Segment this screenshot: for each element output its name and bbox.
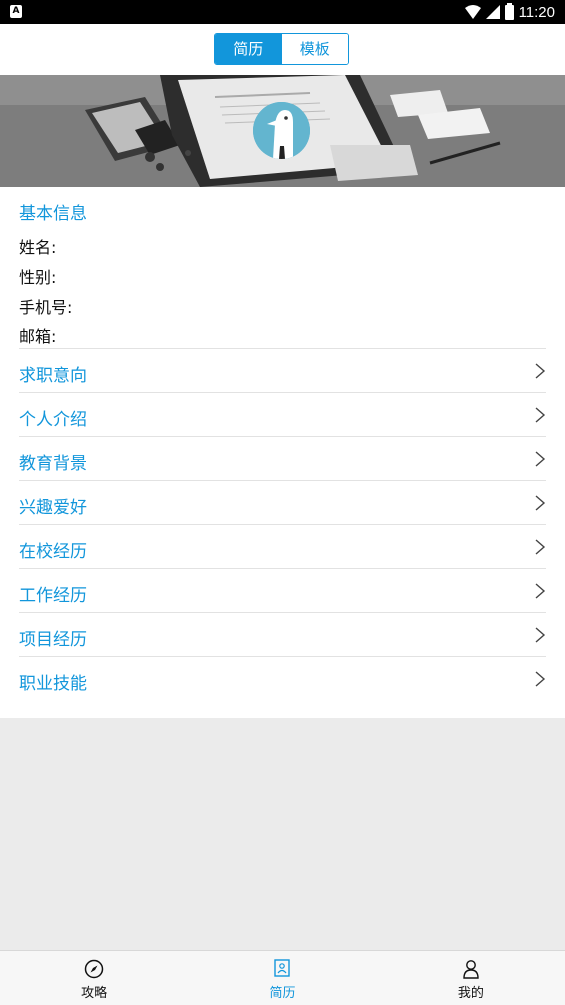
nav-label: 攻略 [81, 986, 108, 1001]
chevron-right-icon [535, 627, 546, 643]
phone-field: 手机号: [19, 298, 73, 317]
battery-icon [504, 2, 514, 20]
nav-tab-me[interactable]: 我的 [377, 951, 565, 1005]
section-label: 工作经历 [19, 586, 87, 606]
section-row-project-experience[interactable]: 项目经历 [19, 612, 546, 656]
section-row-skills[interactable]: 职业技能 [19, 656, 546, 700]
section-label: 个人介绍 [19, 410, 87, 430]
status-bar: A 11:20 [0, 0, 565, 24]
section-row-campus-experience[interactable]: 在校经历 [19, 524, 546, 568]
section-label: 职业技能 [19, 674, 87, 694]
tab-resume[interactable]: 简历 [215, 34, 282, 64]
avatar[interactable] [253, 102, 310, 159]
section-label: 项目经历 [19, 630, 87, 650]
section-label: 兴趣爱好 [19, 498, 87, 518]
top-bar: 简历 模板 [0, 24, 565, 75]
nav-tab-resume[interactable]: 简历 [188, 951, 376, 1005]
chevron-right-icon [535, 407, 546, 423]
chevron-right-icon [535, 495, 546, 511]
wifi-icon [464, 5, 481, 19]
chevron-right-icon [535, 583, 546, 599]
app-notification-icon: A [10, 5, 22, 18]
basic-info-title: 基本信息 [19, 204, 87, 224]
chevron-right-icon [535, 363, 546, 379]
compass-icon [84, 959, 104, 979]
section-row-hobbies[interactable]: 兴趣爱好 [19, 480, 546, 524]
segmented-control: 简历 模板 [214, 33, 349, 65]
section-row-personal-intro[interactable]: 个人介绍 [19, 392, 546, 436]
section-label: 在校经历 [19, 542, 87, 562]
resume-card: 基本信息 姓名: 性别: 手机号: 邮箱: 求职意向 个人介绍 教育背景 兴趣爱… [0, 187, 565, 718]
name-field: 姓名: [19, 238, 57, 257]
nav-tab-guide[interactable]: 攻略 [0, 951, 188, 1005]
user-icon [463, 960, 479, 979]
tab-templates[interactable]: 模板 [281, 34, 348, 64]
resume-icon [274, 959, 291, 977]
section-row-work-experience[interactable]: 工作经历 [19, 568, 546, 612]
nav-label: 简历 [269, 986, 296, 1001]
chevron-right-icon [535, 451, 546, 467]
penguin-avatar-icon [253, 102, 310, 159]
gender-field: 性别: [19, 268, 57, 287]
signal-icon [485, 5, 500, 19]
email-field: 邮箱: [19, 327, 57, 346]
chevron-right-icon [535, 671, 546, 687]
section-label: 求职意向 [19, 366, 87, 386]
chevron-right-icon [535, 539, 546, 555]
section-row-job-intention[interactable]: 求职意向 [19, 348, 546, 392]
section-row-education[interactable]: 教育背景 [19, 436, 546, 480]
nav-label: 我的 [457, 986, 484, 1001]
bottom-nav: 攻略 简历 我的 [0, 950, 565, 1005]
section-label: 教育背景 [19, 454, 87, 474]
resume-sections-list: 求职意向 个人介绍 教育背景 兴趣爱好 在校经历 工作经历 项目经历 职业技能 [19, 348, 546, 700]
clock: 11:20 [518, 3, 555, 21]
